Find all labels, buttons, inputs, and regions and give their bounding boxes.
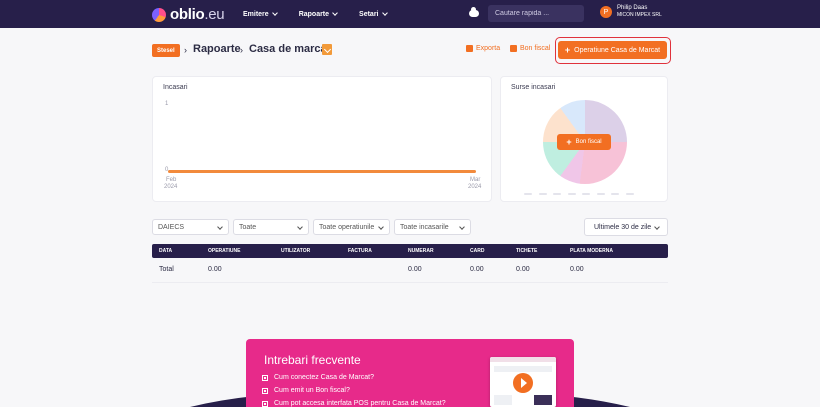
chevron-down-icon (378, 224, 384, 230)
plus-square-icon (262, 400, 268, 407)
chevron-down-icon (297, 224, 303, 230)
add-operation-button[interactable]: + Operatiune Casa de Marcat (558, 41, 667, 59)
logo[interactable]: oblio.eu (152, 6, 225, 23)
chevron-down-icon (271, 10, 278, 16)
pie-legend (524, 193, 634, 196)
total-operatiune: 0.00 (208, 266, 222, 273)
column-header[interactable]: TICHETE (516, 248, 537, 254)
y-tick-label: 1 (165, 101, 169, 107)
faq-section: Intrebari frecvente Cum conectez Casa de… (246, 339, 574, 407)
page-title: Casa de marcat (249, 43, 331, 55)
nav-item-setari[interactable]: Setari (359, 10, 388, 18)
logo-main-text: oblio (170, 6, 205, 23)
plus-icon: + (564, 45, 571, 55)
plus-square-icon (262, 387, 268, 394)
export-link[interactable]: Exporta (466, 45, 500, 52)
chevron-down-icon (332, 10, 338, 16)
column-header[interactable]: PLATA MODERNA (570, 248, 613, 254)
table-header: DATA OPERATIUNE UTILIZATOR FACTURA NUMER… (152, 244, 668, 258)
x-tick-label: Mar (470, 177, 481, 183)
video-thumbnail[interactable] (490, 357, 556, 407)
logo-suffix-text: .eu (204, 6, 225, 23)
column-header[interactable]: OPERATIUNE (208, 248, 240, 254)
column-header[interactable]: UTILIZATOR (281, 248, 310, 254)
total-tichete: 0.00 (516, 266, 530, 273)
faq-title: Intrebari frecvente (264, 353, 361, 367)
column-header[interactable]: DATA (159, 248, 172, 254)
filter-operations[interactable]: Toate operatiunile (313, 219, 390, 235)
filter-cash-register[interactable]: DAIECS (152, 219, 229, 235)
total-plata-moderna: 0.00 (570, 266, 584, 273)
nav-item-rapoarte[interactable]: Rapoarte (299, 10, 338, 18)
nav-item-emitere[interactable]: Emitere (243, 10, 278, 18)
download-icon (466, 45, 473, 52)
total-numerar: 0.00 (408, 266, 422, 273)
chevron-down-icon (654, 224, 660, 230)
sources-chart-title: Surse incasari (511, 84, 556, 91)
faq-item[interactable]: Cum emit un Bon fiscal? (262, 387, 350, 394)
total-label: Total (159, 266, 174, 273)
cloud-icon[interactable] (469, 7, 479, 17)
chevron-right-icon: › (184, 45, 187, 55)
receipt-link[interactable]: Bon fiscal (510, 45, 550, 52)
main-menu: Emitere Rapoarte Setari (243, 0, 409, 28)
column-header[interactable]: NUMERAR (408, 248, 434, 254)
search-input[interactable] (488, 5, 584, 22)
income-series-line (168, 170, 476, 173)
table-divider (152, 282, 668, 283)
x-tick-label: 2024 (468, 184, 482, 190)
income-chart-title: Incasari (163, 84, 188, 91)
top-navbar: oblio.eu Emitere Rapoarte Setari P Phili… (0, 0, 820, 28)
plus-square-icon (262, 374, 268, 381)
total-card: 0.00 (470, 266, 484, 273)
faq-item[interactable]: Cum conectez Casa de Marcat? (262, 374, 374, 381)
faq-item[interactable]: Cum pot accesa interfata POS pentru Casa… (262, 400, 446, 407)
logo-icon (152, 7, 166, 22)
column-header[interactable]: FACTURA (348, 248, 372, 254)
pie-receipt-button[interactable]: + Bon fiscal (557, 134, 611, 150)
user-name: Philip Daas (617, 5, 648, 11)
filter-users[interactable]: Toate (233, 219, 309, 235)
breadcrumb-section[interactable]: Rapoarte (193, 43, 241, 55)
chevron-right-icon: › (240, 45, 243, 55)
filter-payments[interactable]: Toate incasarile (394, 219, 471, 235)
play-icon[interactable] (513, 373, 533, 393)
download-icon[interactable] (322, 44, 332, 55)
x-tick-label: 2024 (164, 184, 178, 190)
avatar: P (600, 6, 612, 18)
user-company: MICON IMPEX SRL (617, 12, 662, 18)
column-header[interactable]: CARD (470, 248, 484, 254)
income-chart-card: Incasari (152, 76, 492, 202)
breadcrumb-badge[interactable]: Stesel (152, 44, 180, 57)
receipt-icon (510, 45, 517, 52)
x-tick-label: Feb (166, 177, 177, 183)
chevron-down-icon (381, 10, 388, 16)
user-menu[interactable]: P Philip Daas MICON IMPEX SRL (600, 5, 662, 19)
date-range-select[interactable]: Ultimele 30 de zile (584, 218, 668, 236)
plus-icon: + (566, 137, 572, 147)
chevron-down-icon (217, 224, 223, 230)
chevron-down-icon (459, 224, 465, 230)
